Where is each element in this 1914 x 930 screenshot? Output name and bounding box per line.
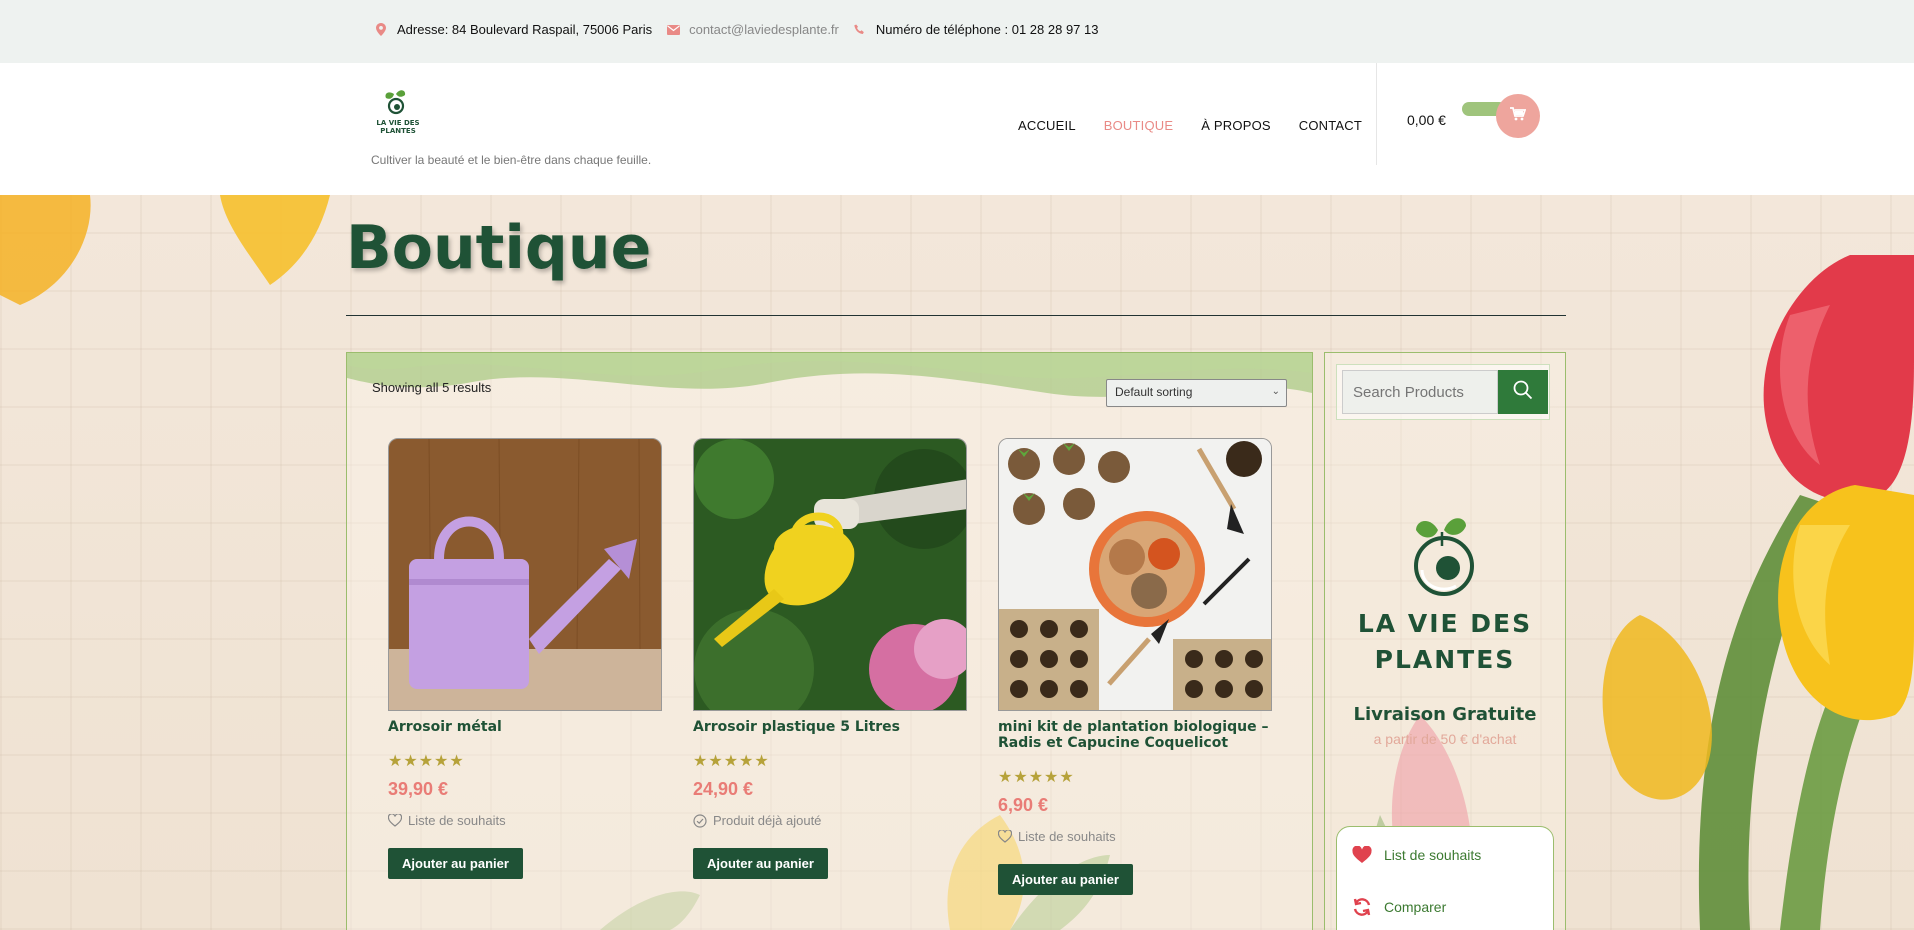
heart-outline-icon xyxy=(998,830,1012,843)
site-header xyxy=(0,63,1914,195)
nav-contact[interactable]: CONTACT xyxy=(1299,118,1362,133)
product-price: 24,90 € xyxy=(693,779,754,799)
add-to-cart-button[interactable]: Ajouter au panier xyxy=(693,848,828,879)
product-image[interactable] xyxy=(998,438,1272,711)
phone-icon xyxy=(853,23,867,37)
product-price: 39,90 € xyxy=(388,779,449,799)
search-input[interactable] xyxy=(1342,370,1498,414)
wishlist-sidebar-link[interactable]: List de souhaits xyxy=(1352,846,1481,864)
cart-button[interactable] xyxy=(1496,94,1540,138)
wishlist-sidebar-label: List de souhaits xyxy=(1384,847,1482,863)
nav-accueil[interactable]: ACCUEIL xyxy=(1018,118,1076,133)
product-name[interactable]: mini kit de plantation biologique – Radi… xyxy=(998,719,1272,751)
add-to-cart-button[interactable]: Ajouter au panier xyxy=(388,848,523,879)
add-to-cart-button[interactable]: Ajouter au panier xyxy=(998,864,1133,895)
chevron-down-icon: ⌄ xyxy=(1271,386,1280,397)
site-logo[interactable]: LA VIE DES PLANTES xyxy=(374,88,422,138)
brand-name-line2: PLANTES xyxy=(1374,645,1516,674)
top-info-bar: Adresse: 84 Boulevard Raspail, 75006 Par… xyxy=(0,0,1914,63)
heart-outline-icon xyxy=(388,814,402,827)
page-title: Boutique xyxy=(346,213,652,283)
svg-text:PLANTES: PLANTES xyxy=(380,127,415,135)
product-name[interactable]: Arrosoir plastique 5 Litres xyxy=(693,719,967,735)
product-name[interactable]: Arrosoir métal xyxy=(388,719,662,735)
heart-icon xyxy=(1352,846,1372,864)
wishlist-label: Produit déjà ajouté xyxy=(713,813,822,828)
search-icon xyxy=(1513,380,1533,405)
product-image[interactable] xyxy=(388,438,662,711)
main-nav: ACCUEIL BOUTIQUE À PROPOS CONTACT xyxy=(1018,118,1390,133)
product-card: Arrosoir plastique 5 Litres ★★★★★ 24,90 … xyxy=(693,438,967,879)
rating-stars: ★★★★★ xyxy=(998,769,1075,786)
header-divider xyxy=(1376,63,1377,165)
email-item[interactable]: contact@laviedesplante.fr xyxy=(666,22,839,37)
wishlist-label: Liste de souhaits xyxy=(408,813,506,828)
search-button[interactable] xyxy=(1498,370,1548,414)
sorting-selected-value: Default sorting xyxy=(1115,385,1193,399)
check-circle-icon xyxy=(693,813,707,828)
product-price: 6,90 € xyxy=(998,795,1049,815)
refresh-icon xyxy=(1352,897,1372,917)
shopping-cart-icon xyxy=(1510,106,1527,126)
product-card: Arrosoir métal ★★★★★ 39,90 € Liste de so… xyxy=(388,438,662,879)
product-card: mini kit de plantation biologique – Radi… xyxy=(998,438,1272,895)
sorting-select[interactable]: Default sorting ⌄ xyxy=(1106,379,1287,407)
wishlist-label: Liste de souhaits xyxy=(1018,829,1116,844)
phone-item: Numéro de téléphone : 01 28 28 97 13 xyxy=(853,22,1099,37)
compare-sidebar-label: Comparer xyxy=(1384,899,1447,915)
free-shipping-title: Livraison Gratuite xyxy=(1353,704,1537,725)
map-pin-icon xyxy=(374,23,388,37)
nav-a-propos[interactable]: À PROPOS xyxy=(1201,118,1271,133)
brand-name-line1: LA VIE DES xyxy=(1357,609,1533,638)
mail-icon xyxy=(666,23,680,37)
wishlist-link[interactable]: Liste de souhaits xyxy=(388,813,662,828)
cart-total[interactable]: 0,00 € xyxy=(1407,112,1446,128)
nav-boutique[interactable]: BOUTIQUE xyxy=(1104,118,1174,133)
brand-name: LA VIE DES PLANTES xyxy=(1324,606,1566,678)
result-count: Showing all 5 results xyxy=(372,380,492,395)
address-item: Adresse: 84 Boulevard Raspail, 75006 Par… xyxy=(374,22,652,37)
wishlist-link[interactable]: Liste de souhaits xyxy=(998,829,1272,844)
svg-text:LA VIE DES: LA VIE DES xyxy=(376,119,419,127)
email-link[interactable]: contact@laviedesplante.fr xyxy=(689,22,839,37)
site-tagline: Cultiver la beauté et le bien-être dans … xyxy=(371,153,652,167)
rating-stars: ★★★★★ xyxy=(693,753,770,770)
wishlist-link[interactable]: Produit déjà ajouté xyxy=(693,813,967,828)
title-divider xyxy=(346,315,1566,316)
compare-sidebar-link[interactable]: Comparer xyxy=(1352,897,1446,917)
product-image[interactable] xyxy=(693,438,967,711)
free-shipping-subtitle: a partir de 50 € d'achat xyxy=(1373,731,1517,747)
brand-logo xyxy=(1392,510,1496,600)
phone-text: Numéro de téléphone : 01 28 28 97 13 xyxy=(875,22,1099,37)
address-text: Adresse: 84 Boulevard Raspail, 75006 Par… xyxy=(397,22,653,37)
rating-stars: ★★★★★ xyxy=(388,753,465,770)
